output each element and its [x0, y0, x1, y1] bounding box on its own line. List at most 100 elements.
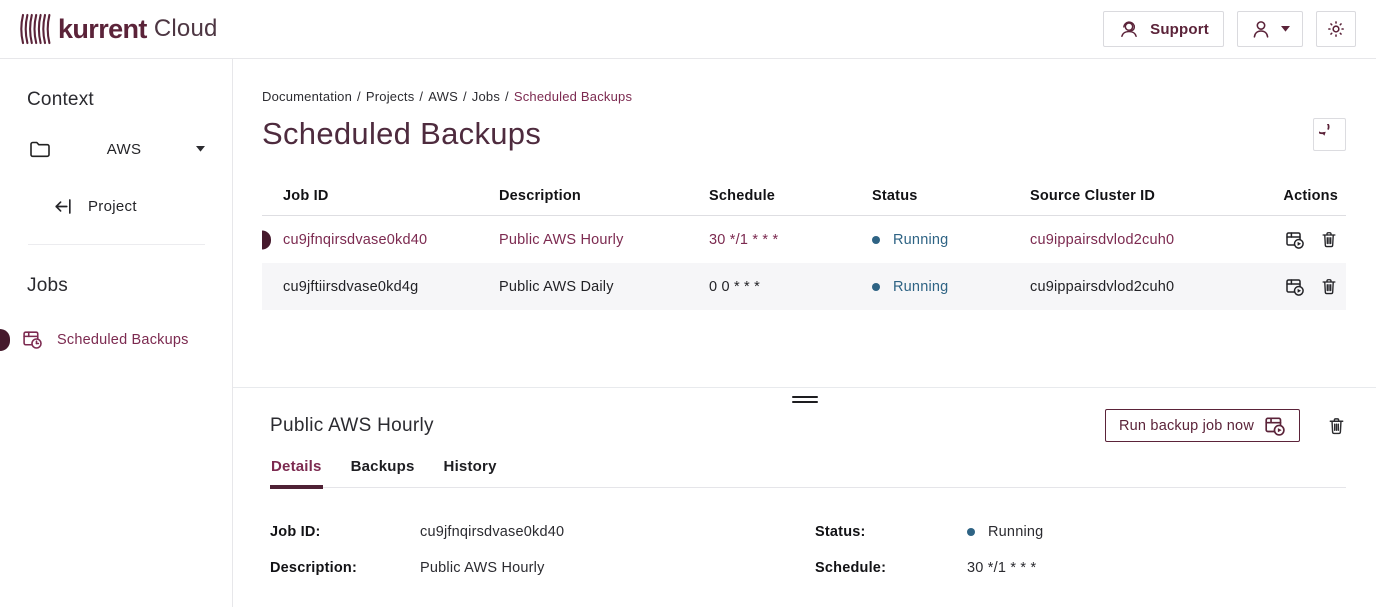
breadcrumb-separator: /	[463, 89, 467, 104]
context-heading: Context	[27, 89, 232, 111]
active-item-marker	[0, 329, 10, 351]
refresh-button[interactable]	[1313, 118, 1346, 151]
jobs-table: Job ID Description Schedule Status Sourc…	[262, 176, 1346, 310]
cell-status: Running	[872, 279, 1030, 295]
table-row[interactable]: cu9jfnqirsdvase0kd40 Public AWS Hourly 3…	[262, 216, 1346, 263]
job-id-value: cu9jfnqirsdvase0kd40	[420, 524, 815, 540]
status-text: Running	[988, 524, 1043, 540]
support-headset-icon	[1118, 18, 1140, 40]
run-backup-icon	[1264, 415, 1286, 437]
description-value: Public AWS Hourly	[420, 560, 815, 576]
col-description: Description	[499, 188, 709, 204]
breadcrumb-projects[interactable]: Projects	[366, 89, 415, 104]
chevron-down-icon	[1281, 26, 1290, 32]
trash-icon	[1327, 416, 1346, 436]
kurrent-cloud-logo: kurrent Cloud	[20, 11, 218, 47]
col-actions: Actions	[1258, 188, 1346, 204]
cell-job-id: cu9jftiirsdvase0kd4g	[262, 279, 499, 295]
support-label: Support	[1150, 21, 1209, 38]
theme-toggle-button[interactable]	[1316, 11, 1356, 47]
schedule-label: Schedule:	[815, 560, 967, 576]
col-schedule: Schedule	[709, 188, 872, 204]
cell-description: Public AWS Hourly	[499, 232, 709, 248]
back-to-project-button[interactable]: Project	[52, 195, 137, 218]
back-arrow-icon	[52, 195, 75, 218]
breadcrumb-jobs[interactable]: Jobs	[472, 89, 500, 104]
cell-status: Running	[872, 232, 1030, 248]
delete-job-button[interactable]	[1320, 277, 1338, 297]
cell-source-cluster-id: cu9ippairsdvlod2cuh0	[1030, 232, 1258, 248]
job-id-label: Job ID:	[270, 524, 420, 540]
jobs-heading: Jobs	[27, 275, 232, 297]
scheduled-backups-label: Scheduled Backups	[57, 332, 189, 348]
schedule-value: 30 */1 * * *	[967, 560, 1346, 576]
trash-icon	[1320, 230, 1338, 249]
breadcrumb-documentation[interactable]: Documentation	[262, 89, 352, 104]
breadcrumb-separator: /	[505, 89, 509, 104]
support-button[interactable]: Support	[1103, 11, 1224, 47]
status-value: Running	[967, 524, 1346, 540]
panel-resize-handle[interactable]	[792, 396, 818, 403]
run-backup-now-button[interactable]: Run backup job now	[1105, 409, 1300, 442]
kurrent-logo-icon	[20, 11, 52, 47]
col-source-cluster-id: Source Cluster ID	[1030, 188, 1258, 204]
sun-icon	[1325, 18, 1347, 40]
cell-description: Public AWS Daily	[499, 279, 709, 295]
run-backup-icon	[1285, 230, 1305, 250]
tab-backups[interactable]: Backups	[350, 458, 416, 489]
sidebar-item-scheduled-backups[interactable]: Scheduled Backups	[0, 321, 232, 358]
context-selector[interactable]: AWS	[28, 137, 205, 161]
col-job-id: Job ID	[262, 188, 499, 204]
tab-details[interactable]: Details	[270, 458, 323, 489]
breadcrumb-separator: /	[419, 89, 423, 104]
context-value: AWS	[107, 141, 142, 158]
run-backup-action-button[interactable]	[1285, 277, 1305, 297]
breadcrumb: Documentation / Projects / AWS / Jobs / Schedule…	[262, 89, 1346, 104]
status-dot	[872, 283, 880, 291]
page-title: Scheduled Backups	[262, 113, 541, 154]
project-label: Project	[88, 198, 137, 215]
run-button-label: Run backup job now	[1119, 418, 1254, 434]
user-icon	[1250, 18, 1272, 40]
cell-actions	[1258, 230, 1346, 250]
sidebar: Context AWS Project Jobs	[0, 59, 233, 607]
cell-source-cluster-id: cu9ippairsdvlod2cuh0	[1030, 279, 1258, 295]
cell-job-id: cu9jfnqirsdvase0kd40	[262, 232, 499, 248]
status-label: Running	[893, 232, 948, 248]
delete-job-button[interactable]	[1327, 416, 1346, 436]
logo-suffix: Cloud	[154, 15, 218, 43]
main-content: Documentation / Projects / AWS / Jobs / Schedule…	[233, 59, 1376, 607]
folder-icon	[28, 137, 52, 161]
spacer	[262, 310, 1346, 387]
refresh-icon	[1319, 124, 1340, 145]
chevron-down-icon	[196, 146, 205, 152]
cell-actions	[1258, 277, 1346, 297]
panel-title: Public AWS Hourly	[270, 415, 434, 437]
run-backup-icon	[1285, 277, 1305, 297]
cell-schedule: 30 */1 * * *	[709, 232, 872, 248]
delete-job-button[interactable]	[1320, 230, 1338, 250]
app-header: kurrent Cloud Support	[0, 0, 1376, 59]
detail-panel: Public AWS Hourly Run backup job now	[233, 387, 1376, 576]
breadcrumb-separator: /	[357, 89, 361, 104]
table-header-row: Job ID Description Schedule Status Sourc…	[262, 176, 1346, 216]
cell-schedule: 0 0 * * *	[709, 279, 872, 295]
status-dot	[872, 236, 880, 244]
scheduled-backup-icon	[22, 329, 43, 350]
sidebar-divider	[28, 244, 205, 245]
breadcrumb-aws[interactable]: AWS	[428, 89, 458, 104]
panel-tabs: Details Backups History	[270, 458, 1346, 488]
user-menu-button[interactable]	[1237, 11, 1303, 47]
status-label: Running	[893, 279, 948, 295]
logo-wordmark: kurrent	[58, 14, 147, 45]
breadcrumb-current: Scheduled Backups	[514, 89, 632, 104]
table-row[interactable]: cu9jftiirsdvase0kd4g Public AWS Daily 0 …	[262, 263, 1346, 310]
job-details: Job ID: cu9jfnqirsdvase0kd40 Status: Run…	[270, 524, 1346, 576]
col-status: Status	[872, 188, 1030, 204]
status-dot	[967, 528, 975, 536]
status-label: Status:	[815, 524, 967, 540]
trash-icon	[1320, 277, 1338, 296]
run-backup-action-button[interactable]	[1285, 230, 1305, 250]
header-actions: Support	[1103, 11, 1356, 47]
tab-history[interactable]: History	[443, 458, 498, 489]
